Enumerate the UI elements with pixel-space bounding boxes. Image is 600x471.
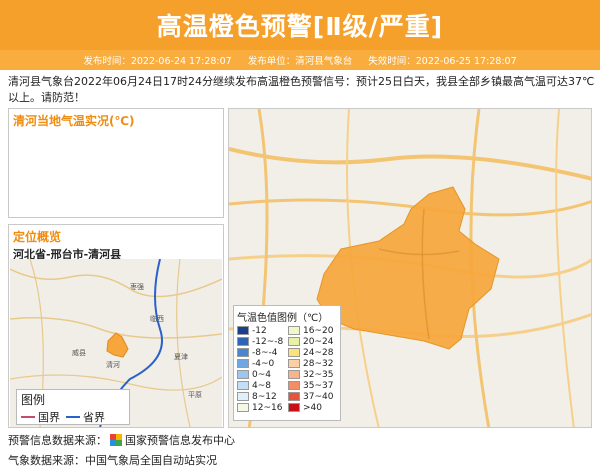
legend-item: 20~24 — [288, 336, 337, 347]
legend-item: -12~-8 — [237, 336, 286, 347]
legend-swatch — [288, 337, 300, 346]
overview-legend: 图例 国界 省界 — [16, 389, 130, 425]
legend-swatch — [288, 381, 300, 390]
warning-source-prefix: 预警信息数据来源： — [8, 434, 107, 447]
legend-swatch — [288, 348, 300, 357]
legend-swatch — [288, 326, 300, 335]
local-temperature-panel: 清河当地气温实况(℃) — [8, 108, 224, 218]
place-label: 平原 — [188, 391, 202, 399]
legend-item: 16~20 — [288, 325, 337, 336]
qinghe-county-highlight — [106, 332, 129, 358]
legend-national-border: 国界 — [21, 409, 60, 425]
publisher: 发布单位：清河县气象台 — [247, 56, 353, 67]
province-border-swatch — [66, 416, 80, 418]
legend-label: 8~12 — [252, 391, 277, 402]
legend-swatch — [288, 359, 300, 368]
legend-label: 24~28 — [303, 347, 334, 358]
temperature-color-legend: 气温色值图例（℃） -12 16~20 -12~-8 20~24 -8~-4 2… — [233, 305, 341, 421]
legend-item: 4~8 — [237, 380, 286, 391]
legend-label: 4~8 — [252, 380, 271, 391]
legend-label: 16~20 — [303, 325, 334, 336]
legend-label: -12 — [252, 325, 267, 336]
alert-title: 高温橙色预警[Ⅱ级/严重] — [156, 12, 444, 41]
legend-label: 0~4 — [252, 369, 271, 380]
place-label: 枣强 — [130, 282, 144, 291]
alert-meta-bar: 发布时间：2022-06-24 17:28:07 发布单位：清河县气象台 失效时… — [0, 50, 600, 70]
legend-item: 8~12 — [237, 391, 286, 402]
legend-item: 12~16 — [237, 402, 286, 413]
legend-label: -12~-8 — [252, 336, 284, 347]
temperature-legend-title: 气温色值图例（℃） — [237, 313, 329, 324]
province-border-label: 省界 — [83, 411, 105, 424]
legend-swatch — [237, 326, 249, 335]
legend-item: 32~35 — [288, 369, 337, 380]
expire-time: 失效时间：2022-06-25 17:28:07 — [368, 56, 517, 67]
legend-swatch — [288, 370, 300, 379]
legend-swatch — [237, 359, 249, 368]
legend-label: -4~0 — [252, 358, 275, 369]
legend-label: 32~35 — [303, 369, 334, 380]
temperature-panel-title: 清河当地气温实况(℃) — [13, 114, 135, 128]
legend-label: 20~24 — [303, 336, 334, 347]
legend-swatch — [237, 337, 249, 346]
legend-label: 37~40 — [303, 391, 334, 402]
weather-source-text: 气象数据来源：中国气象局全国自动站实况 — [8, 454, 217, 467]
legend-swatch — [237, 381, 249, 390]
legend-swatch — [237, 403, 249, 412]
warning-source-name: 国家预警信息发布中心 — [125, 434, 235, 447]
national-border-label: 国界 — [38, 411, 60, 424]
cma-warning-logo-icon — [110, 434, 122, 446]
legend-item: -4~0 — [237, 358, 286, 369]
warning-area-map[interactable]: 气温色值图例（℃） -12 16~20 -12~-8 20~24 -8~-4 2… — [228, 108, 592, 428]
legend-label: >40 — [303, 402, 322, 413]
legend-province-border: 省界 — [66, 409, 105, 425]
legend-item: 0~4 — [237, 369, 286, 380]
legend-swatch — [237, 348, 249, 357]
legend-item: 24~28 — [288, 347, 337, 358]
legend-swatch — [237, 370, 249, 379]
temperature-legend-grid: -12 16~20 -12~-8 20~24 -8~-4 24~28 -4~0 … — [237, 325, 337, 413]
place-label: 威县 — [72, 348, 86, 357]
legend-swatch — [288, 403, 300, 412]
legend-label: -8~-4 — [252, 347, 278, 358]
legend-swatch — [288, 392, 300, 401]
legend-label: 28~32 — [303, 358, 334, 369]
location-panel-title: 定位概览 — [13, 230, 62, 244]
legend-item: 28~32 — [288, 358, 337, 369]
publish-time: 发布时间：2022-06-24 17:28:07 — [83, 56, 232, 67]
place-label: 夏津 — [174, 353, 188, 361]
weather-source-line: 气象数据来源：中国气象局全国自动站实况 — [8, 452, 217, 468]
legend-label: 12~16 — [252, 402, 283, 413]
place-label: 临西 — [150, 314, 164, 323]
alert-banner: 高温橙色预警[Ⅱ级/严重] — [0, 0, 600, 50]
overview-legend-title: 图例 — [21, 393, 46, 407]
location-overview-panel: 定位概览 河北省-邢台市-清河县 威县 临西 清河 夏津 平原 枣强 图例 国界 — [8, 224, 224, 428]
alert-description: 清河县气象台2022年06月24日17时24分继续发布高温橙色预警信号：预计25… — [8, 75, 595, 104]
legend-item: -12 — [237, 325, 286, 336]
legend-swatch — [237, 392, 249, 401]
legend-item: 37~40 — [288, 391, 337, 402]
legend-item: >40 — [288, 402, 337, 413]
national-border-swatch — [21, 416, 35, 418]
warning-source-line: 预警信息数据来源： 国家预警信息发布中心 — [8, 432, 235, 448]
legend-label: 35~37 — [303, 380, 334, 391]
place-label: 清河 — [106, 360, 120, 369]
legend-item: -8~-4 — [237, 347, 286, 358]
legend-item: 35~37 — [288, 380, 337, 391]
overview-map[interactable]: 威县 临西 清河 夏津 平原 枣强 图例 国界 省界 — [10, 259, 222, 427]
